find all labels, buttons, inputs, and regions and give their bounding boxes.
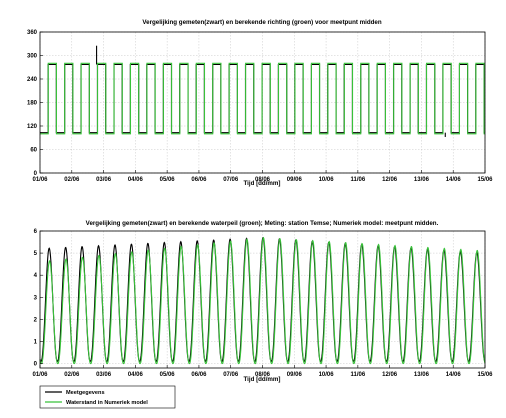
y-tick-label: 0: [34, 362, 38, 368]
y-tick-label: 180: [27, 101, 38, 107]
legend-label-measured: Meetgegevens: [66, 390, 105, 396]
chart-title: Vergelijking gemeten(zwart) en berekende…: [86, 220, 439, 227]
legend: Meetgegevens Waterstand in Numeriek mode…: [39, 385, 176, 409]
y-tick-label: 3: [34, 295, 38, 301]
figure: Vergelijking gemeten(zwart) en berekende…: [0, 0, 506, 413]
y-tick-label: 2: [34, 317, 38, 323]
x-tick-label: 12/06: [382, 372, 398, 378]
x-tick-label: 02/06: [64, 372, 80, 378]
x-tick-label: 05/06: [160, 177, 176, 183]
y-tick-label: 120: [27, 124, 38, 130]
x-tick-label: 13/06: [414, 372, 430, 378]
x-tick-label: 12/06: [382, 177, 398, 183]
y-tick-label: 360: [27, 30, 38, 36]
x-tick-label: 03/06: [96, 177, 112, 183]
x-tick-label: 09/06: [287, 372, 303, 378]
x-tick-label: 04/06: [128, 177, 144, 183]
x-tick-label: 01/06: [32, 372, 48, 378]
x-tick-label: 15/06: [477, 177, 493, 183]
x-tick-label: 01/06: [32, 177, 48, 183]
x-tick-label: 11/06: [351, 177, 366, 183]
x-tick-label: 07/06: [223, 372, 239, 378]
x-tick-label: 05/06: [160, 372, 176, 378]
x-tick-label: 13/06: [414, 177, 430, 183]
plot-frame: [39, 230, 486, 369]
chart-title: Vergelijking gemeten(zwart) en berekende…: [142, 19, 382, 26]
x-tick-label: 14/06: [446, 177, 462, 183]
direction-chart: Vergelijking gemeten(zwart) en berekende…: [27, 19, 493, 187]
x-tick-label: 03/06: [96, 372, 112, 378]
x-tick-label: 04/06: [128, 372, 144, 378]
y-tick-label: 240: [27, 77, 38, 83]
x-tick-label: 06/06: [191, 372, 207, 378]
y-tick-label: 60: [30, 148, 37, 154]
water-level-chart: Vergelijking gemeten(zwart) en berekende…: [32, 220, 493, 383]
x-tick-label: 15/06: [477, 372, 493, 378]
y-tick-label: 6: [34, 229, 38, 235]
y-tick-label: 1: [34, 339, 38, 345]
x-tick-label: 07/06: [223, 177, 239, 183]
series-line: [40, 62, 485, 135]
y-tick-label: 5: [34, 251, 38, 257]
x-tick-label: 08/06: [255, 177, 271, 183]
x-tick-label: 10/06: [319, 177, 335, 183]
y-tick-label: 4: [34, 273, 38, 279]
y-tick-label: 300: [27, 54, 38, 60]
legend-label-model: Waterstand in Numeriek model: [66, 400, 148, 406]
x-tick-label: 02/06: [64, 177, 80, 183]
x-tick-label: 10/06: [319, 372, 335, 378]
x-tick-label: 06/06: [191, 177, 207, 183]
x-tick-label: 09/06: [287, 177, 303, 183]
figure-canvas: Vergelijking gemeten(zwart) en berekende…: [27, 19, 493, 409]
x-tick-label: 08/06: [255, 372, 271, 378]
x-tick-label: 14/06: [446, 372, 462, 378]
x-tick-label: 11/06: [351, 372, 366, 378]
